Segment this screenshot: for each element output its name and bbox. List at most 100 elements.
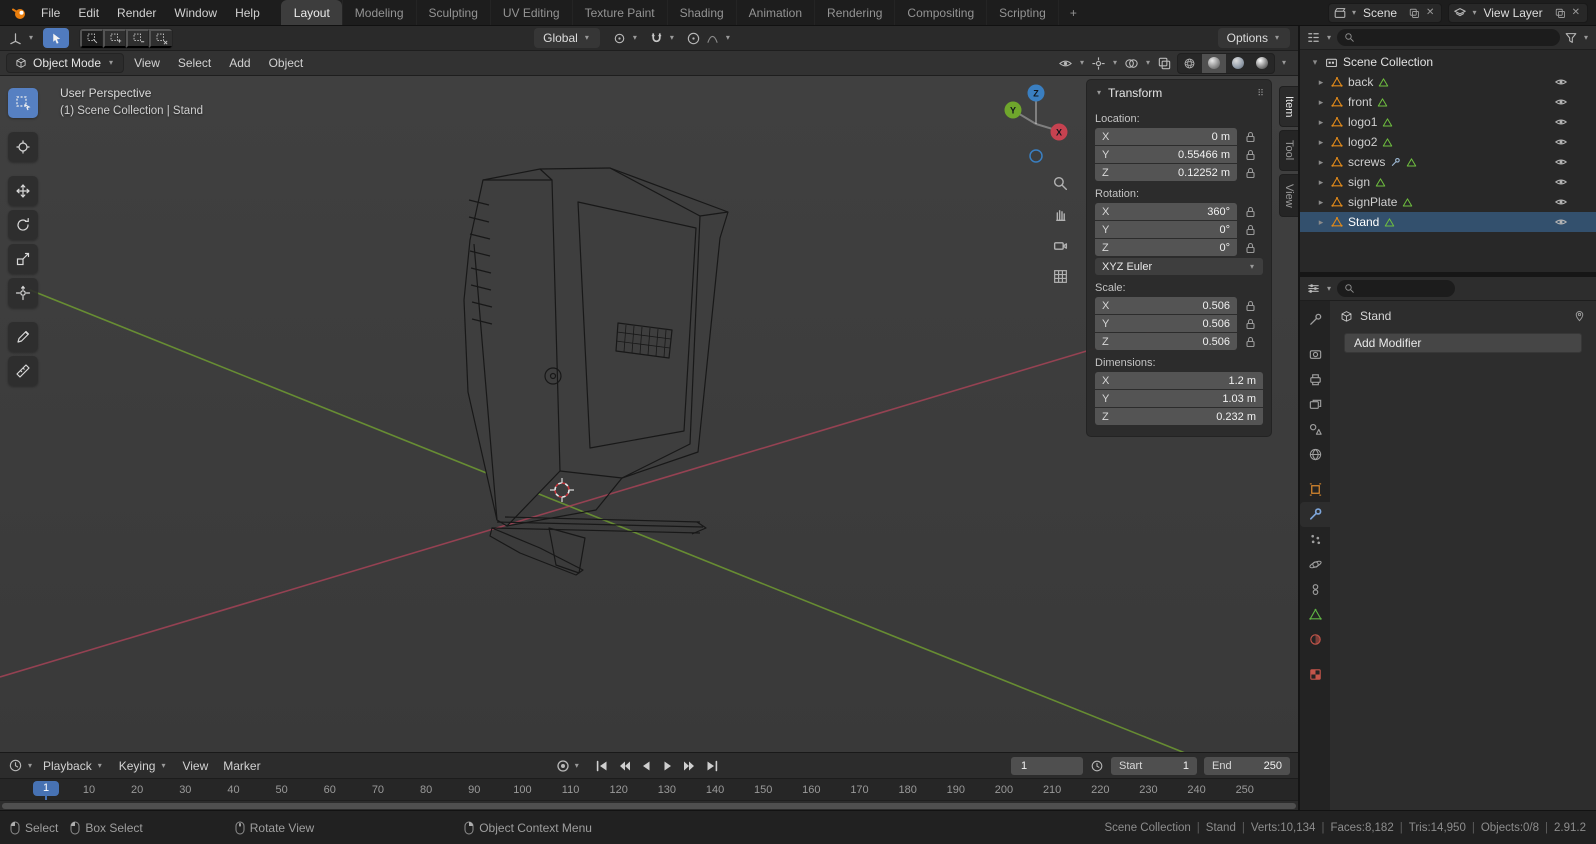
camera-view-icon[interactable] xyxy=(1049,234,1072,257)
show-gizmo-icon[interactable] xyxy=(1091,56,1106,71)
chevron-down-icon[interactable]: ▾ xyxy=(1282,59,1286,67)
workspace-tab[interactable]: Sculpting xyxy=(415,0,490,25)
disclosure-down-icon[interactable]: ▾ xyxy=(1310,57,1320,68)
keying-menu[interactable]: Keying ▾ xyxy=(113,759,174,773)
mode-dropdown[interactable]: Object Mode ▾ xyxy=(6,53,125,73)
rotation-number-field[interactable]: Z 0° xyxy=(1095,239,1237,256)
tool-measure[interactable] xyxy=(8,356,38,386)
properties-tab-texture[interactable] xyxy=(1300,662,1330,687)
active-tool-button[interactable] xyxy=(43,28,70,48)
sidebar-tab[interactable]: View xyxy=(1279,173,1298,218)
chevron-down-icon[interactable]: ▾ xyxy=(1080,59,1084,67)
current-frame-field[interactable]: 1 xyxy=(1011,756,1084,775)
timeline-ruler[interactable]: 10 20 30 40 50 60 70 80 90 100 110 120 130 140 150 160 1… xyxy=(0,778,1298,800)
shading-rendered-button[interactable] xyxy=(1250,54,1274,73)
chevron-down-icon[interactable]: ▾ xyxy=(633,34,637,42)
workspace-tab[interactable]: UV Editing xyxy=(489,0,572,25)
proportional-falloff-icon[interactable] xyxy=(705,31,720,46)
pivot-point-icon[interactable] xyxy=(612,31,627,46)
scale-number-field[interactable]: Z 0.506 xyxy=(1095,333,1237,350)
topbar-menu[interactable]: Render xyxy=(108,0,165,25)
viewport-menu[interactable]: Select xyxy=(170,56,219,70)
chevron-down-icon[interactable]: ▾ xyxy=(670,34,674,42)
transform-panel-header[interactable]: ▾ Transform ⠿ xyxy=(1095,80,1264,106)
disclosure-right-icon[interactable]: ▸ xyxy=(1316,117,1326,128)
blender-logo-icon[interactable] xyxy=(6,0,32,25)
workspace-tab[interactable]: Rendering xyxy=(814,0,894,25)
workspace-tab[interactable]: Texture Paint xyxy=(571,0,667,25)
properties-tab-render[interactable] xyxy=(1300,342,1330,367)
chevron-down-icon[interactable]: ▾ xyxy=(1327,284,1331,293)
timeline-scrollbar[interactable] xyxy=(0,800,1298,810)
properties-tab-view-layer[interactable] xyxy=(1300,392,1330,417)
properties-tab-object-data[interactable] xyxy=(1300,602,1330,627)
scale-number-field[interactable]: X 0.506 xyxy=(1095,297,1237,314)
visibility-eye-icon[interactable] xyxy=(1554,115,1568,129)
properties-tab-physics[interactable] xyxy=(1300,552,1330,577)
workspace-tab[interactable]: Compositing xyxy=(894,0,986,25)
show-overlays-icon[interactable] xyxy=(1124,56,1139,71)
chevron-down-icon[interactable]: ▾ xyxy=(1584,33,1588,42)
lock-icon[interactable] xyxy=(1237,131,1263,143)
zoom-icon[interactable] xyxy=(1049,172,1072,195)
disclosure-right-icon[interactable]: ▸ xyxy=(1316,77,1326,88)
playback-menu[interactable]: Playback ▾ xyxy=(37,759,110,773)
toggle-perspective-grid-icon[interactable] xyxy=(1049,265,1072,288)
workspace-tab[interactable]: Animation xyxy=(735,0,814,25)
chevron-down-icon[interactable]: ▾ xyxy=(28,761,32,770)
timeline-menu[interactable]: Marker xyxy=(217,759,266,773)
collapse-panel-icon[interactable]: ▾ xyxy=(1097,89,1101,97)
properties-tab-particles[interactable] xyxy=(1300,527,1330,552)
lock-icon[interactable] xyxy=(1237,149,1263,161)
panel-grip-icon[interactable]: ⠿ xyxy=(1257,88,1264,99)
rotation-number-field[interactable]: X 360° xyxy=(1095,203,1237,220)
outliner-item[interactable]: ▸ back xyxy=(1300,72,1596,92)
shading-solid-button[interactable] xyxy=(1201,53,1226,73)
pin-icon[interactable] xyxy=(1573,310,1586,323)
tool-scale[interactable] xyxy=(8,244,38,274)
sidebar-tab[interactable]: Tool xyxy=(1279,130,1298,171)
lock-icon[interactable] xyxy=(1237,318,1263,330)
visibility-eye-icon[interactable] xyxy=(1554,95,1568,109)
tool-cursor[interactable] xyxy=(8,132,38,162)
properties-tab-world[interactable] xyxy=(1300,442,1330,467)
visibility-eye-icon[interactable] xyxy=(1554,215,1568,229)
add-workspace-button[interactable]: + xyxy=(1057,0,1088,25)
editor-type-properties-icon[interactable] xyxy=(1306,281,1321,296)
preview-range-clock-icon[interactable] xyxy=(1090,759,1104,773)
tool-annotate[interactable] xyxy=(8,322,38,352)
outliner-item[interactable]: ▸ signPlate xyxy=(1300,192,1596,212)
scene-selector[interactable]: ▾ Scene ✕ xyxy=(1328,2,1443,23)
delete-scene-icon[interactable]: ✕ xyxy=(1423,7,1437,18)
outliner-root-collection[interactable]: ▾ Scene Collection xyxy=(1300,52,1596,72)
start-frame-field[interactable]: Start 1 xyxy=(1111,756,1198,775)
topbar-menu[interactable]: Edit xyxy=(69,0,108,25)
tool-transform[interactable] xyxy=(8,278,38,308)
timeline-playhead[interactable]: 1 xyxy=(33,781,59,800)
shading-wireframe-button[interactable] xyxy=(1178,54,1202,73)
visibility-eye-icon[interactable] xyxy=(1554,155,1568,169)
select-mode-extend-button[interactable] xyxy=(103,28,127,48)
viewport-menu[interactable]: Object xyxy=(261,56,312,70)
play-reverse-button[interactable] xyxy=(636,757,656,775)
disclosure-right-icon[interactable]: ▸ xyxy=(1316,217,1326,228)
visibility-eye-icon[interactable] xyxy=(1554,135,1568,149)
workspace-tab[interactable]: Scripting xyxy=(986,0,1058,25)
topbar-menu[interactable]: File xyxy=(32,0,69,25)
select-mode-subtract-button[interactable] xyxy=(126,28,150,48)
visibility-eye-icon[interactable] xyxy=(1554,195,1568,209)
properties-tab-output[interactable] xyxy=(1300,367,1330,392)
lock-icon[interactable] xyxy=(1237,167,1263,179)
properties-tab-tool[interactable] xyxy=(1300,307,1330,332)
editor-type-outliner-icon[interactable] xyxy=(1306,30,1321,45)
workspace-tab[interactable]: Modeling xyxy=(341,0,416,25)
topbar-menu[interactable]: Help xyxy=(226,0,269,25)
lock-icon[interactable] xyxy=(1237,242,1263,254)
properties-tab-scene[interactable] xyxy=(1300,417,1330,442)
workspace-tab[interactable]: Shading xyxy=(666,0,736,25)
outliner-item[interactable]: ▸ screws xyxy=(1300,152,1596,172)
editor-type-timeline-icon[interactable] xyxy=(8,758,23,773)
topbar-menu[interactable]: Window xyxy=(165,0,226,25)
viewport-menu[interactable]: View xyxy=(126,56,168,70)
chevron-down-icon[interactable]: ▾ xyxy=(575,761,579,770)
